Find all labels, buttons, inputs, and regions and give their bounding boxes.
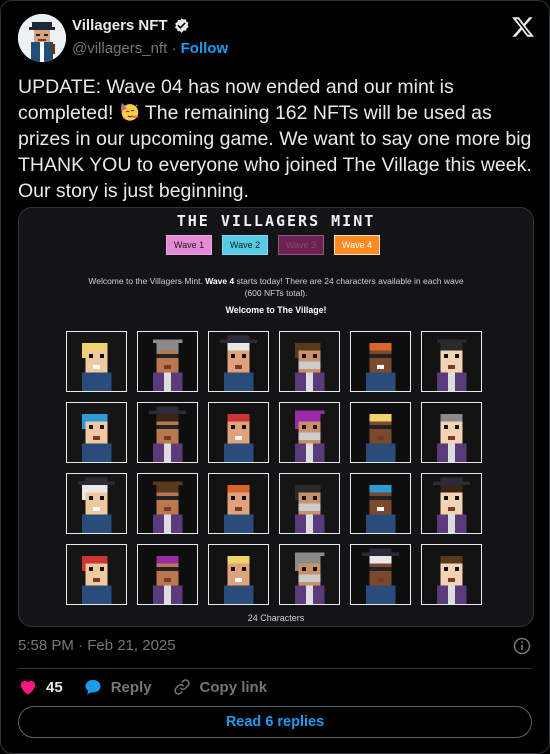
follow-button[interactable]: Follow [181,40,229,57]
welcome-heading: Welcome to The Village! [225,305,327,315]
character-portrait [208,331,269,392]
wave-3-tab: Wave 3 [278,235,324,255]
character-portrait [66,331,127,392]
character-portrait [137,402,198,463]
character-portrait [279,473,340,534]
character-portrait [350,544,411,605]
mint-title: THE VILLAGERS MINT [176,212,376,230]
welcome-wave: Wave 4 [205,276,235,286]
character-portrait [208,473,269,534]
character-portrait [66,473,127,534]
wave-2-tab: Wave 2 [222,235,268,255]
wave-tabs: Wave 1 Wave 2 Wave 3 Wave 4 [166,235,380,255]
character-portrait [421,544,482,605]
x-logo-icon[interactable] [511,15,535,39]
character-portrait [208,402,269,463]
tweet-text: UPDATE: Wave 04 has now ended and our mi… [18,74,533,204]
character-portrait [350,331,411,392]
character-portrait [137,544,198,605]
character-portrait [208,544,269,605]
welcome-text: Welcome to the Villagers Mint. Wave 4 st… [79,275,473,299]
like-count: 45 [46,678,63,696]
character-portrait [66,544,127,605]
character-portrait [279,544,340,605]
character-portrait [421,473,482,534]
handle[interactable]: @villagers_nft [72,40,167,57]
tweet-media-image[interactable]: THE VILLAGERS MINT Wave 1 Wave 2 Wave 3 … [18,207,534,627]
separator: · [171,40,177,57]
like-button[interactable]: 45 [18,677,63,697]
verified-badge-icon [174,18,189,33]
character-portrait [350,402,411,463]
characters-count: 24 Characters [247,613,305,623]
character-portrait [279,402,340,463]
wave-1-tab: Wave 1 [166,235,212,255]
wave-4-tab: Wave 4 [334,235,380,255]
copy-link-label: Copy link [199,678,268,696]
character-portrait [66,402,127,463]
action-bar: 45 Reply Copy link [18,675,287,699]
reply-button[interactable]: Reply [83,677,152,697]
welcome-prefix: Welcome to the Villagers Mint. [88,276,206,286]
character-portrait [137,331,198,392]
divider [18,668,532,669]
avatar[interactable] [18,14,66,62]
link-icon [173,679,190,695]
character-portrait [421,331,482,392]
character-portrait [137,473,198,534]
character-portrait [421,402,482,463]
copy-link-button[interactable]: Copy link [172,677,268,697]
reply-bubble-icon [85,679,101,695]
welcome-suffix: starts today! There are 24 characters av… [234,276,464,298]
character-grid [66,331,482,605]
tweet-card: Villagers NFT @villagers_nft · Follow UP… [0,0,550,754]
character-portrait [350,473,411,534]
character-portrait [279,331,340,392]
display-name[interactable]: Villagers NFT [72,17,168,34]
heart-icon [20,680,36,695]
timestamp[interactable]: 5:58 PM · Feb 21, 2025 [18,637,176,654]
info-icon[interactable] [512,636,532,656]
read-replies-button[interactable]: Read 6 replies [18,706,532,738]
reply-label: Reply [110,678,152,696]
partying-face-emoji-icon [120,102,139,121]
